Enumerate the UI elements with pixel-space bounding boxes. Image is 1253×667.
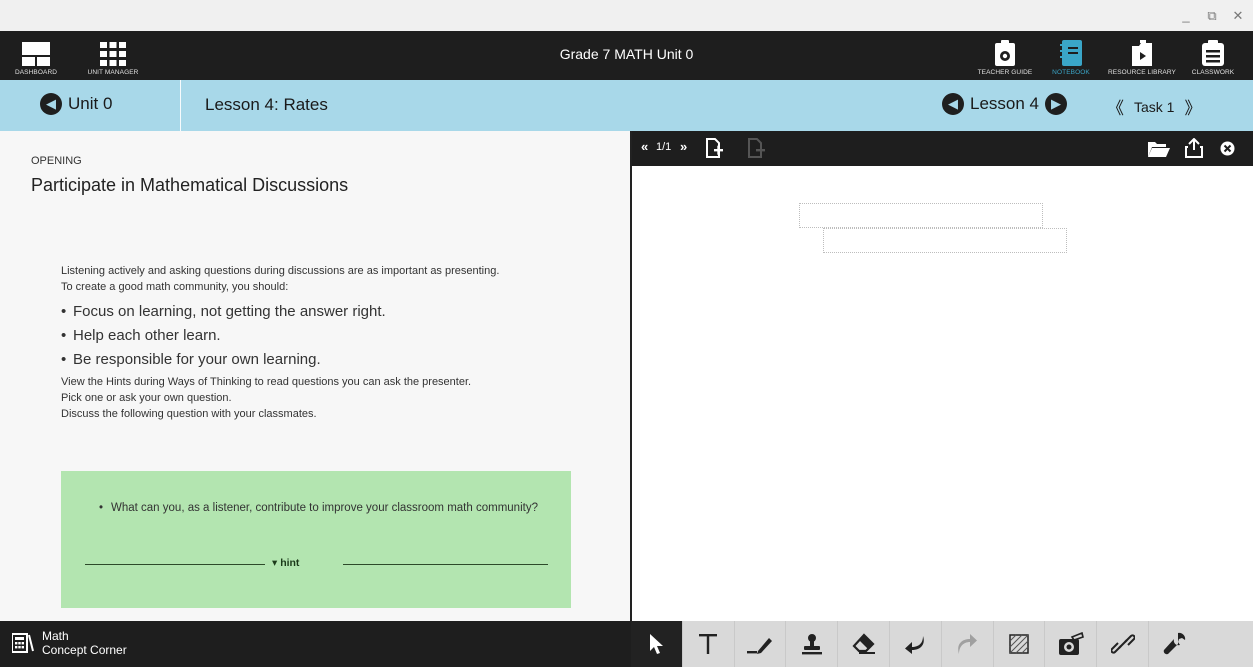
dashboard-label: DASHBOARD: [14, 69, 58, 76]
minimize-button[interactable]: _: [1179, 8, 1193, 24]
discussion-question-box: What can you, as a listener, contribute …: [61, 471, 571, 608]
notebook-button[interactable]: NOTEBOOK: [1044, 31, 1098, 80]
undo-icon: [905, 636, 925, 654]
task-nav: 《 Task 1 》: [1107, 94, 1201, 119]
hatch-icon: [1009, 634, 1029, 654]
paragraph-pick: Pick one or ask your own question.: [61, 391, 232, 404]
calculator-book-icon: [12, 633, 34, 654]
top-bar: DASHBOARD UNIT MANAGER Grade 7 MATH Unit…: [0, 31, 1253, 80]
link-tool-button[interactable]: [1097, 621, 1149, 667]
drawing-tools: [631, 621, 1253, 667]
share-icon[interactable]: [1185, 138, 1203, 158]
back-to-unit-button[interactable]: ◀ Unit 0: [40, 93, 112, 115]
lesson-content-pane: OPENING Participate in Mathematical Disc…: [0, 131, 630, 621]
math-concept-corner-button[interactable]: Math Concept Corner: [12, 629, 127, 658]
next-page-button[interactable]: »: [680, 139, 687, 154]
resource-library-icon: [1132, 40, 1152, 66]
list-item: Focus on learning, not getting the answe…: [61, 300, 561, 325]
wrench-icon: [1163, 632, 1186, 655]
lesson-body: Listening actively and asking questions …: [61, 264, 561, 423]
prev-task-button[interactable]: 《: [1107, 94, 1124, 119]
lesson-bar-divider: [180, 80, 181, 131]
window-controls: _ ⧉ ✕: [1179, 8, 1245, 24]
prev-page-button[interactable]: «: [641, 139, 648, 154]
resource-library-button[interactable]: RESOURCE LIBRARY: [1104, 31, 1180, 80]
app-window: _ ⧉ ✕ DASHBOARD UNIT MANAGER Grade 7 MAT…: [0, 0, 1253, 667]
classwork-icon: [1202, 40, 1224, 66]
redo-icon: [958, 634, 978, 654]
text-placeholder-box[interactable]: [799, 203, 1043, 228]
settings-tool-button[interactable]: [1149, 621, 1201, 667]
list-item: Help each other learn.: [61, 324, 561, 349]
open-folder-icon[interactable]: [1148, 140, 1170, 158]
lesson-nav-label: Lesson 4: [970, 94, 1039, 113]
stamp-tool-button[interactable]: [786, 621, 839, 667]
resource-library-label: RESOURCE LIBRARY: [1108, 69, 1176, 76]
restore-button[interactable]: ⧉: [1205, 8, 1219, 24]
concept-corner-label: Math Concept Corner: [42, 629, 127, 658]
notebook-icon: [1060, 40, 1082, 66]
stamp-icon: [801, 634, 822, 655]
close-window-button[interactable]: ✕: [1231, 8, 1245, 24]
hint-line-left: [85, 564, 265, 565]
teacher-guide-button[interactable]: TEACHER GUIDE: [972, 31, 1038, 80]
close-notebook-icon[interactable]: [1220, 141, 1235, 156]
dashboard-icon: [22, 42, 50, 66]
redo-tool-button[interactable]: [942, 621, 994, 667]
camera-icon: [1058, 632, 1084, 655]
text-icon: [699, 634, 718, 654]
discussion-question: What can you, as a listener, contribute …: [99, 499, 549, 518]
hint-line-right: [343, 564, 548, 565]
lesson-title: Lesson 4: Rates: [205, 95, 328, 114]
undo-tool-button[interactable]: [890, 621, 942, 667]
camera-tool-button[interactable]: [1045, 621, 1098, 667]
add-page-icon[interactable]: [705, 138, 723, 158]
guideline-list: Focus on learning, not getting the answe…: [61, 300, 561, 373]
unit-manager-button[interactable]: UNIT MANAGER: [82, 31, 144, 80]
window-chrome: _ ⧉ ✕: [0, 0, 1253, 31]
notebook-toolbar: « 1/1 »: [632, 131, 1253, 166]
task-label: Task 1: [1134, 98, 1175, 115]
lesson-bar: ◀ Unit 0 Lesson 4: Rates ◀ Lesson 4 ▶ 《 …: [0, 80, 1253, 131]
classwork-label: CLASSWORK: [1191, 69, 1235, 76]
section-label: OPENING: [31, 155, 82, 167]
eraser-icon: [852, 633, 875, 654]
section-title: Participate in Mathematical Discussions: [31, 175, 349, 195]
paragraph-discuss: Discuss the following question with your…: [61, 407, 317, 420]
teacher-guide-label: TEACHER GUIDE: [977, 69, 1033, 76]
text-placeholder-box[interactable]: [823, 228, 1067, 253]
paragraph-hints: View the Hints during Ways of Thinking t…: [61, 375, 472, 388]
unit-label: Unit 0: [68, 94, 113, 113]
dashboard-button[interactable]: DASHBOARD: [8, 31, 64, 80]
link-icon: [1110, 634, 1135, 654]
eraser-tool-button[interactable]: [838, 621, 890, 667]
concept-line-1: Math: [42, 629, 69, 643]
paragraph-listening: Listening actively and asking questions …: [61, 265, 500, 277]
hint-toggle[interactable]: ▾ hint: [272, 557, 299, 569]
lesson-nav: ◀ Lesson 4 ▶: [942, 93, 1067, 115]
next-task-button[interactable]: 》: [1184, 94, 1201, 119]
paragraph-community: To create a good math community, you sho…: [61, 280, 289, 293]
next-lesson-icon[interactable]: ▶: [1045, 93, 1067, 115]
select-tool-button[interactable]: [631, 621, 683, 667]
hint-toggle-row: ▾ hint: [85, 557, 548, 571]
teacher-guide-icon: [995, 40, 1015, 66]
pen-tool-button[interactable]: [735, 621, 787, 667]
delete-page-icon[interactable]: [747, 138, 765, 158]
arrow-left-circle-icon: ◀: [40, 93, 62, 115]
bottom-bar: Math Concept Corner: [0, 621, 1253, 667]
page-indicator: 1/1: [656, 141, 672, 153]
unit-manager-label: UNIT MANAGER: [87, 69, 139, 76]
pen-icon: [746, 638, 772, 654]
list-item: Be responsible for your own learning.: [61, 348, 561, 373]
concept-line-2: Concept Corner: [42, 643, 127, 658]
pointer-icon: [650, 634, 664, 654]
text-tool-button[interactable]: [683, 621, 735, 667]
notebook-canvas[interactable]: [632, 166, 1253, 621]
prev-lesson-icon[interactable]: ◀: [942, 93, 964, 115]
notebook-label: NOTEBOOK: [1052, 69, 1090, 76]
classwork-button[interactable]: CLASSWORK: [1185, 31, 1241, 80]
fill-tool-button[interactable]: [994, 621, 1046, 667]
grid-icon: [100, 42, 126, 66]
